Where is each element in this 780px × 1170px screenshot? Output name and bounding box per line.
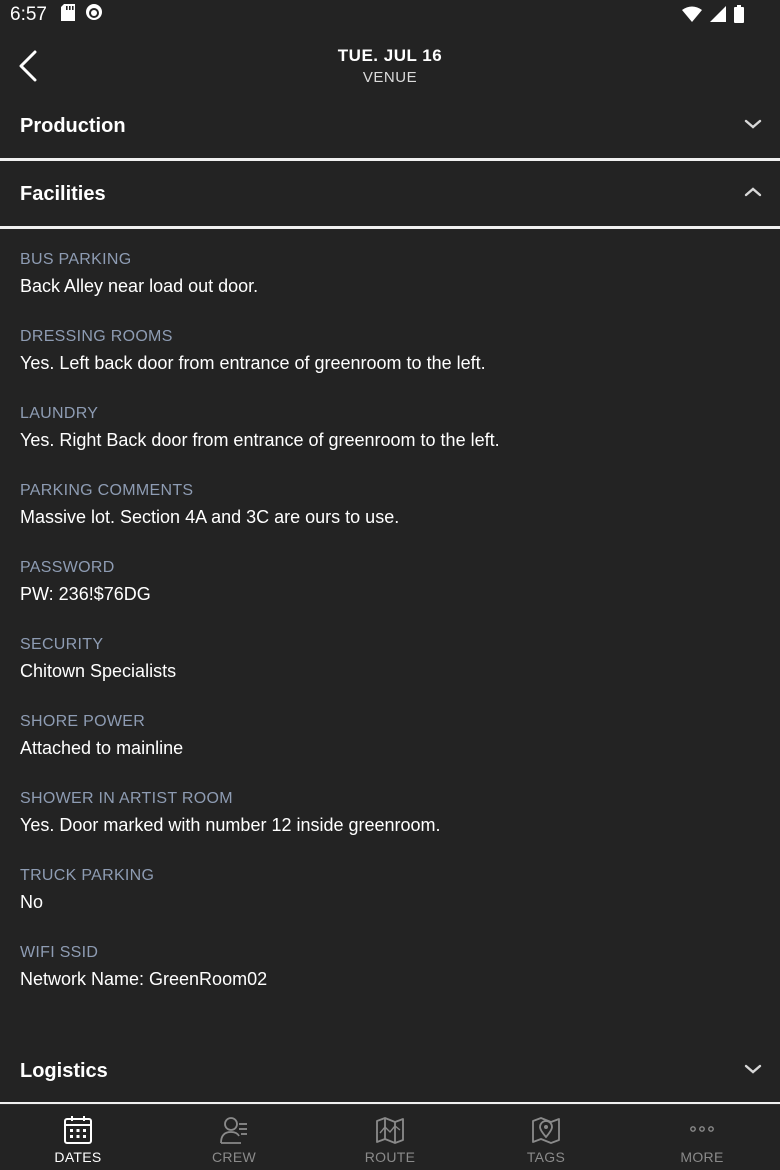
field-value: Back Alley near load out door.	[20, 276, 259, 296]
field-laundry: LAUNDRY Yes. Right Back door from entran…	[20, 403, 760, 480]
chevron-down-icon	[744, 119, 762, 129]
nav-tags-label: TAGS	[526, 1149, 566, 1165]
field-label: PASSWORD	[20, 559, 115, 576]
section-facilities-header[interactable]: Facilities	[0, 162, 780, 226]
nav-crew[interactable]: CREW	[156, 1105, 312, 1170]
field-value: No	[20, 892, 44, 912]
nav-dates[interactable]: DATES	[0, 1105, 156, 1170]
map-pin-icon	[532, 1117, 560, 1144]
field-value: PW: 236!$76DG	[20, 584, 151, 604]
chevron-down-icon	[744, 1064, 762, 1074]
field-shore-power: SHORE POWER Attached to mainline	[20, 711, 760, 788]
status-right-icons	[682, 5, 744, 29]
field-value: Network Name: GreenRoom02	[20, 969, 268, 989]
field-label: LAUNDRY	[20, 405, 99, 422]
page-title: TUE. JUL 16	[337, 46, 443, 65]
field-wifi-ssid: WIFI SSID Network Name: GreenRoom02	[20, 942, 760, 1019]
field-password: PASSWORD PW: 236!$76DG	[20, 557, 760, 634]
field-parking-comments: PARKING COMMENTS Massive lot. Section 4A…	[20, 480, 760, 557]
section-divider	[0, 158, 780, 161]
sd-card-icon	[60, 3, 75, 27]
section-divider	[0, 226, 780, 229]
bottom-nav: DATES CREW ROUTE TAGS MORE	[0, 1104, 780, 1170]
section-facilities-label: Facilities	[20, 182, 106, 205]
section-logistics-label: Logistics	[20, 1059, 108, 1082]
nav-more-label: MORE	[680, 1149, 724, 1165]
field-label: SECURITY	[20, 636, 104, 653]
nav-more[interactable]: MORE	[624, 1105, 780, 1170]
nav-route-label: ROUTE	[364, 1149, 416, 1165]
field-value: Yes. Door marked with number 12 inside g…	[20, 815, 441, 835]
field-label: SHORE POWER	[20, 713, 146, 730]
field-label: PARKING COMMENTS	[20, 482, 194, 499]
crew-icon	[220, 1117, 247, 1144]
field-truck-parking: TRUCK PARKING No	[20, 865, 760, 942]
field-value: Yes. Right Back door from entrance of gr…	[20, 430, 500, 450]
field-value: Attached to mainline	[20, 738, 184, 758]
wifi-icon	[682, 6, 702, 28]
section-logistics-header[interactable]: Logistics	[0, 1039, 780, 1103]
field-value: Chitown Specialists	[20, 661, 177, 681]
nav-dates-label: DATES	[54, 1149, 102, 1165]
status-time: 6:57	[10, 4, 47, 25]
field-label: BUS PARKING	[20, 251, 132, 268]
field-dressing-rooms: DRESSING ROOMS Yes. Left back door from …	[20, 326, 760, 403]
chevron-up-icon	[744, 187, 762, 197]
field-shower-in-artist-room: SHOWER IN ARTIST ROOM Yes. Door marked w…	[20, 788, 760, 865]
signal-icon	[710, 6, 726, 28]
field-label: TRUCK PARKING	[20, 867, 155, 884]
section-production-header[interactable]: Production	[0, 94, 780, 158]
field-label: WIFI SSID	[20, 944, 99, 961]
map-icon	[376, 1117, 404, 1144]
nav-crew-label: CREW	[212, 1149, 256, 1165]
top-app-bar: TUE. JUL 16 VENUE	[0, 30, 780, 100]
field-label: DRESSING ROOMS	[20, 328, 173, 345]
more-icon	[690, 1126, 714, 1132]
battery-icon	[734, 5, 744, 29]
field-value: Massive lot. Section 4A and 3C are ours …	[20, 507, 400, 527]
calendar-icon	[64, 1116, 92, 1144]
status-bar: 6:57	[0, 0, 780, 30]
field-value: Yes. Left back door from entrance of gre…	[20, 353, 486, 373]
nav-route[interactable]: ROUTE	[312, 1105, 468, 1170]
page-subtitle: VENUE	[362, 69, 418, 86]
notification-icon	[85, 3, 103, 27]
field-bus-parking: BUS PARKING Back Alley near load out doo…	[20, 249, 760, 326]
nav-tags[interactable]: TAGS	[468, 1105, 624, 1170]
field-security: SECURITY Chitown Specialists	[20, 634, 760, 711]
facilities-field-list: BUS PARKING Back Alley near load out doo…	[20, 249, 760, 1019]
field-label: SHOWER IN ARTIST ROOM	[20, 790, 233, 807]
section-production-label: Production	[20, 114, 126, 137]
